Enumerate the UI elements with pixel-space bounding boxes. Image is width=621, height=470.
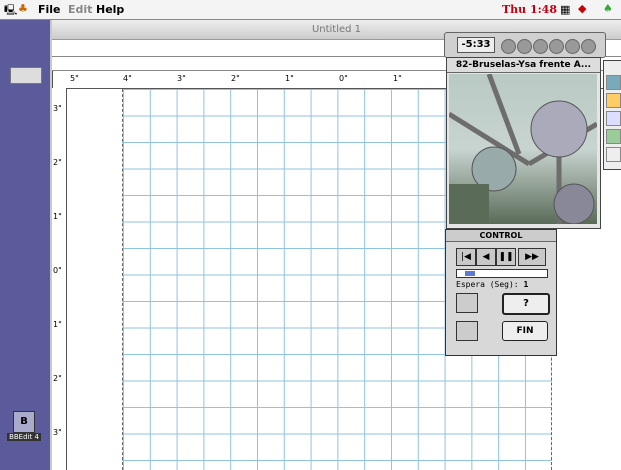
video-controller: -5:33 (444, 32, 606, 58)
ruler-label: 2" (231, 74, 240, 83)
photo-window: 82-Bruselas-Ysa frente A... (446, 57, 601, 229)
screen-tool-icon[interactable] (606, 75, 621, 90)
delay-readout: Espera (Seg): 1 (456, 280, 528, 289)
delay-value: 1 (523, 280, 529, 289)
previous-icon[interactable]: ◀ (476, 248, 496, 266)
menubar-clock[interactable]: Thu 1:48 (502, 3, 557, 16)
finder-icon[interactable]: 🖳 (4, 3, 17, 20)
play-icon[interactable] (501, 39, 516, 54)
left-palette-strip (0, 20, 50, 470)
ruler-label: 1" (393, 74, 402, 83)
screen-menu-icon[interactable] (456, 321, 478, 341)
bbedit-icon-label: BBEdit 4 (7, 433, 41, 441)
ruler-label: 0" (339, 74, 348, 83)
bbedit-desktop-icon[interactable]: B BBEdit 4 (7, 409, 41, 459)
first-icon[interactable]: |◀ (456, 248, 476, 266)
app-switcher-icon[interactable]: ◆ (578, 2, 586, 15)
menubar: 🖳 ♣ File Edit Help Thu 1:48 ▦ ◆ ♠ (0, 0, 621, 20)
open-book-icon[interactable] (456, 293, 478, 313)
exit-tool-icon[interactable] (606, 147, 621, 162)
stop-icon[interactable] (517, 39, 532, 54)
ruler-label: 1" (285, 74, 294, 83)
menu-file[interactable]: File (38, 3, 61, 16)
pause-icon[interactable] (533, 39, 548, 54)
progress-slider[interactable] (456, 269, 548, 278)
bbedit-icon: B (13, 411, 35, 433)
delay-label: Espera (Seg): (456, 280, 519, 289)
menu-help[interactable]: Help (96, 3, 124, 16)
paint-tool-icon[interactable] (606, 129, 621, 144)
ruler-label: 1" (53, 320, 62, 329)
vertical-ruler: 3" 2" 1" 0" 1" 2" 3" (52, 88, 67, 470)
time-readout: -5:33 (457, 37, 495, 53)
tool-palette (603, 60, 621, 170)
atomium-photo (449, 74, 597, 224)
slider-thumb[interactable] (465, 271, 475, 276)
ruler-label: 4" (123, 74, 132, 83)
menu-edit[interactable]: Edit (68, 3, 92, 16)
monitor-icon[interactable]: ▦ (560, 3, 570, 16)
ruler-label: 5" (70, 74, 79, 83)
pointer-tool-icon[interactable] (606, 93, 621, 108)
forward-icon[interactable] (565, 39, 580, 54)
fin-button[interactable]: FIN (502, 321, 548, 341)
atomium-photo-graphic (449, 74, 597, 224)
help-button[interactable]: ? (502, 293, 550, 315)
ruler-label: 0" (53, 266, 62, 275)
fast-forward-icon[interactable]: ▶▶ (518, 248, 546, 266)
control-title[interactable]: CONTROL (446, 230, 556, 242)
ruler-label: 3" (53, 428, 62, 437)
ruler-label: 3" (53, 104, 62, 113)
ruler-label: 3" (177, 74, 186, 83)
left-field-box[interactable] (10, 67, 42, 84)
photo-title[interactable]: 82-Bruselas-Ysa frente A... (447, 58, 600, 73)
control-window: CONTROL |◀ ◀ ❚❚ ▶▶ Espera (Seg): 1 ? FIN (445, 229, 557, 356)
eject-icon[interactable] (581, 39, 596, 54)
ruler-label: 2" (53, 374, 62, 383)
rewind-icon[interactable] (549, 39, 564, 54)
ruler-label: 1" (53, 212, 62, 221)
pause-icon[interactable]: ❚❚ (496, 248, 516, 266)
application-menu-icon[interactable]: ♠ (603, 2, 613, 15)
ruler-label: 2" (53, 158, 62, 167)
app-menu-icon[interactable]: ♣ (18, 2, 28, 15)
text-tool-icon[interactable] (606, 111, 621, 126)
